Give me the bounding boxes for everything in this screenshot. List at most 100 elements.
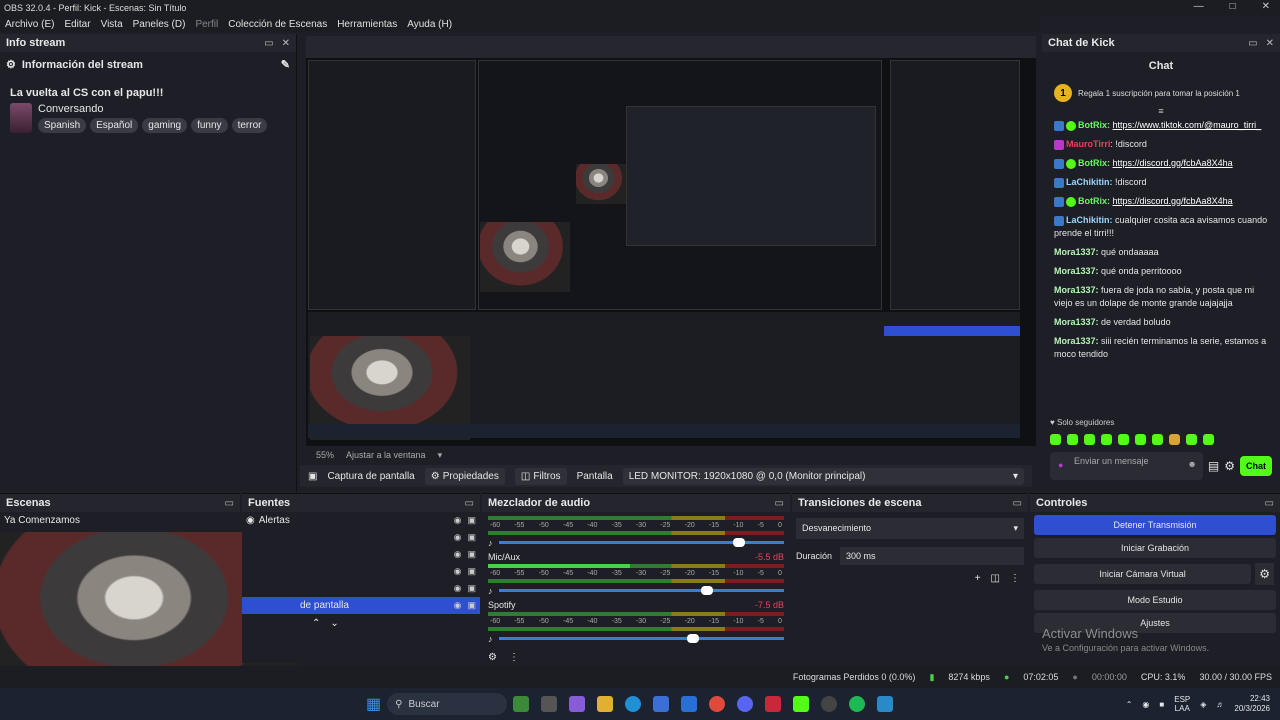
speaker-icon[interactable]: ♪ (488, 538, 493, 548)
chat-username[interactable]: Mora1337: (1054, 336, 1099, 346)
emote-icon[interactable] (1084, 434, 1095, 445)
source-item[interactable]: ◉ ▣ (242, 580, 480, 597)
lock-icon[interactable]: ▣ (467, 600, 476, 611)
edge-icon[interactable] (625, 696, 642, 712)
preview-canvas[interactable] (306, 36, 1036, 446)
vpn-icon[interactable]: ■ (1159, 700, 1164, 709)
pinned-message[interactable]: 1 Regala 1 suscripción para tomar la pos… (1042, 80, 1280, 106)
gear-icon[interactable]: ⚙ (488, 652, 497, 663)
emote-icon[interactable] (1152, 434, 1163, 445)
wifi-icon[interactable]: ◈ (1200, 700, 1206, 709)
move-down-icon[interactable]: ⌄ (330, 618, 338, 629)
start-recording-button[interactable]: Iniciar Grabación (1034, 538, 1276, 558)
fader-knob[interactable] (686, 634, 699, 643)
emoji-icon[interactable]: ☻ (1187, 459, 1196, 469)
chat-link[interactable]: https://discord.gg/fcbAa8X4ha (1113, 158, 1233, 168)
display-select[interactable]: LED MONITOR: 1920x1080 @ 0,0 (Monitor pr… (622, 467, 1024, 485)
volume-icon[interactable]: ♬ (1216, 700, 1224, 709)
source-item-selected[interactable]: de pantalla ◉ ▣ (242, 597, 480, 614)
chat-username[interactable]: MauroTirri (1066, 139, 1110, 149)
widgets-icon[interactable] (513, 696, 530, 712)
chat-username[interactable]: Mora1337: (1054, 317, 1099, 327)
eye-icon[interactable]: ◉ (454, 549, 462, 560)
clock[interactable]: 22:43 20/3/2026 (1234, 694, 1270, 714)
filters-button[interactable]: ◫ Filtros (514, 467, 567, 485)
fader-knob[interactable] (701, 586, 714, 595)
windows-start-icon[interactable]: ▦ (366, 694, 381, 714)
edit-icon[interactable]: ✎ (281, 58, 290, 71)
menu-paneles[interactable]: Paneles (D) (128, 19, 191, 30)
more-icon[interactable]: ⋮ (509, 652, 519, 663)
eye-icon[interactable]: ◉ (454, 566, 462, 577)
chat-username[interactable]: LaChikitin: (1066, 215, 1113, 225)
more-icon[interactable]: ⋮ (1010, 573, 1020, 584)
spotify-icon[interactable] (849, 696, 866, 712)
menu-archivo[interactable]: Archivo (E) (0, 19, 59, 30)
float-icon[interactable]: ▭ (264, 38, 273, 49)
chrome-icon[interactable] (709, 696, 726, 712)
copilot-icon[interactable] (569, 696, 586, 712)
steam-icon[interactable] (877, 696, 894, 712)
language-indicator[interactable]: ESP LAA (1174, 695, 1190, 713)
kick-icon[interactable] (793, 696, 810, 712)
chat-link[interactable]: https://discord.gg/fcbAa8X4ha (1113, 196, 1233, 206)
zoom-level[interactable]: 55% (316, 450, 334, 460)
chat-username[interactable]: BotRix: (1078, 120, 1110, 130)
task-view-icon[interactable] (541, 696, 558, 712)
chat-link[interactable]: https://www.tiktok.com/@mauro_tirri_ (1113, 120, 1262, 130)
close-icon[interactable]: ✕ (1266, 38, 1274, 49)
emote-icon[interactable] (1169, 434, 1180, 445)
close-icon[interactable]: ✕ (1262, 1, 1270, 12)
float-icon[interactable]: ▭ (465, 498, 474, 509)
emote-icon[interactable] (1186, 434, 1197, 445)
volume-fader[interactable] (498, 586, 784, 595)
chevron-down-icon[interactable]: ▾ (438, 450, 443, 461)
lock-icon[interactable]: ▣ (467, 549, 476, 560)
lock-icon[interactable]: ▣ (467, 515, 476, 526)
gear-icon[interactable]: ⚙ (1255, 563, 1274, 585)
source-item[interactable]: ◉ ▣ (242, 563, 480, 580)
properties-button[interactable]: ⚙ Propiedades (424, 467, 505, 485)
minimize-icon[interactable]: — (1194, 1, 1204, 12)
fader-knob[interactable] (732, 538, 745, 547)
eye-icon[interactable]: ◉ (454, 583, 462, 594)
emote-icon[interactable] (1203, 434, 1214, 445)
menu-editar[interactable]: Editar (59, 19, 95, 30)
send-chat-button[interactable]: Chat (1240, 456, 1272, 476)
source-item[interactable]: ◉ ▣ (242, 546, 480, 563)
chat-username[interactable]: Mora1337: (1054, 247, 1099, 257)
discord-icon[interactable] (737, 696, 754, 712)
add-icon[interactable]: + (975, 573, 981, 584)
studio-mode-button[interactable]: Modo Estudio (1034, 590, 1276, 610)
transition-select[interactable]: Desvanecimiento ▾ (796, 518, 1024, 539)
duration-input[interactable]: 300 ms (840, 547, 1024, 565)
float-icon[interactable]: ▭ (1265, 498, 1274, 509)
trash-icon[interactable]: ◫ (991, 573, 1000, 584)
gift-icon[interactable]: ▤ (1208, 459, 1219, 473)
chat-username[interactable]: Mora1337: (1054, 266, 1099, 276)
speaker-icon[interactable]: ♪ (488, 586, 493, 596)
file-explorer-icon[interactable] (597, 696, 614, 712)
app-icon[interactable] (765, 696, 782, 712)
speaker-icon[interactable]: ♪ (488, 634, 493, 644)
chat-username[interactable]: BotRix: (1078, 158, 1110, 168)
menu-vista[interactable]: Vista (96, 19, 128, 30)
chat-username[interactable]: Mora1337: (1054, 285, 1099, 295)
obs-icon[interactable] (821, 696, 838, 712)
float-icon[interactable]: ▭ (1013, 498, 1022, 509)
store-icon[interactable] (653, 696, 670, 712)
menu-herramientas[interactable]: Herramientas (332, 19, 402, 30)
emote-icon[interactable] (1135, 434, 1146, 445)
emote-icon[interactable] (1101, 434, 1112, 445)
volume-fader[interactable] (498, 634, 784, 643)
emote-icon[interactable] (1067, 434, 1078, 445)
fit-mode[interactable]: Ajustar a la ventana (346, 450, 426, 460)
network-icon[interactable]: ◉ (1142, 700, 1149, 709)
lock-icon[interactable]: ▣ (467, 566, 476, 577)
start-virtual-camera-button[interactable]: Iniciar Cámara Virtual (1034, 564, 1252, 584)
float-icon[interactable]: ▭ (1248, 38, 1257, 49)
maximize-icon[interactable]: □ (1230, 1, 1236, 12)
eye-icon[interactable]: ◉ (454, 515, 462, 526)
move-up-icon[interactable]: ⌃ (312, 618, 320, 629)
menu-coleccion[interactable]: Colección de Escenas (223, 19, 332, 30)
